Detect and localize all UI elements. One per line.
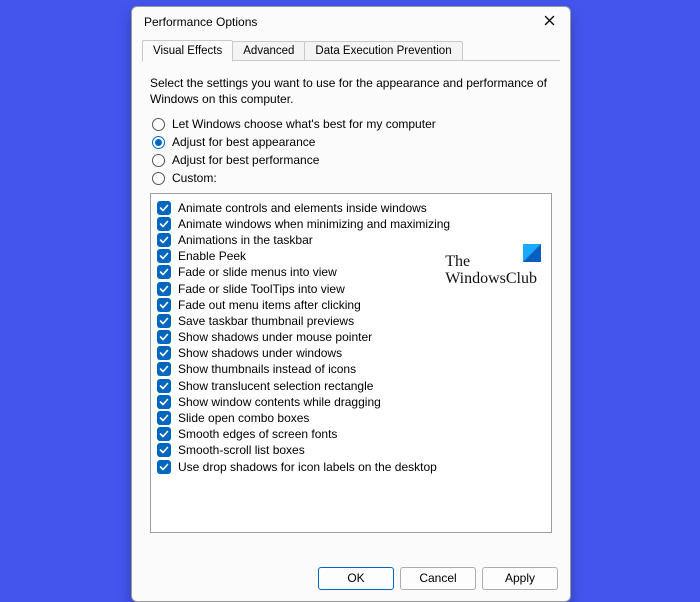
radio-label: Custom: bbox=[172, 171, 217, 185]
checkbox-icon bbox=[157, 379, 171, 393]
option-label: Show shadows under windows bbox=[178, 346, 342, 360]
option-label: Slide open combo boxes bbox=[178, 411, 309, 425]
option-row[interactable]: Use drop shadows for icon labels on the … bbox=[157, 460, 545, 474]
tab-label: Advanced bbox=[243, 45, 294, 57]
checkbox-icon bbox=[157, 460, 171, 474]
radio-icon bbox=[152, 172, 165, 185]
option-label: Animate windows when minimizing and maxi… bbox=[178, 217, 450, 231]
option-row[interactable]: Show shadows under windows bbox=[157, 346, 545, 360]
option-row[interactable]: Slide open combo boxes bbox=[157, 411, 545, 425]
radio-label: Adjust for best appearance bbox=[172, 135, 315, 149]
button-label: OK bbox=[347, 571, 364, 585]
option-label: Show shadows under mouse pointer bbox=[178, 330, 372, 344]
option-label: Show translucent selection rectangle bbox=[178, 379, 373, 393]
option-row[interactable]: Show translucent selection rectangle bbox=[157, 379, 545, 393]
tab-strip: Visual Effects Advanced Data Execution P… bbox=[132, 37, 570, 61]
option-label: Fade or slide menus into view bbox=[178, 265, 337, 279]
ok-button[interactable]: OK bbox=[318, 567, 394, 590]
radio-icon bbox=[152, 118, 165, 131]
option-label: Smooth edges of screen fonts bbox=[178, 427, 337, 441]
checkbox-icon bbox=[157, 314, 171, 328]
option-label: Smooth-scroll list boxes bbox=[178, 443, 305, 457]
option-row[interactable]: Smooth edges of screen fonts bbox=[157, 427, 545, 441]
option-row[interactable]: Show thumbnails instead of icons bbox=[157, 362, 545, 376]
checkbox-icon bbox=[157, 330, 171, 344]
option-row[interactable]: Animate windows when minimizing and maxi… bbox=[157, 217, 545, 231]
tab-content: Select the settings you want to use for … bbox=[132, 61, 570, 561]
option-row[interactable]: Fade or slide ToolTips into view bbox=[157, 282, 545, 296]
checkbox-icon bbox=[157, 411, 171, 425]
radio-best-appearance[interactable]: Adjust for best appearance bbox=[152, 135, 552, 149]
tab-label: Data Execution Prevention bbox=[315, 45, 451, 57]
checkbox-icon bbox=[157, 346, 171, 360]
button-label: Cancel bbox=[419, 571, 456, 585]
option-label: Fade out menu items after clicking bbox=[178, 298, 361, 312]
option-label: Save taskbar thumbnail previews bbox=[178, 314, 354, 328]
checkbox-icon bbox=[157, 265, 171, 279]
option-label: Animations in the taskbar bbox=[178, 233, 313, 247]
checkbox-icon bbox=[157, 201, 171, 215]
checkbox-icon bbox=[157, 233, 171, 247]
options-list[interactable]: Animate controls and elements inside win… bbox=[150, 193, 552, 533]
button-label: Apply bbox=[505, 571, 535, 585]
description-text: Select the settings you want to use for … bbox=[150, 75, 552, 107]
option-label: Animate controls and elements inside win… bbox=[178, 201, 427, 215]
option-row[interactable]: Animate controls and elements inside win… bbox=[157, 201, 545, 215]
option-label: Use drop shadows for icon labels on the … bbox=[178, 460, 437, 474]
tab-advanced[interactable]: Advanced bbox=[232, 41, 305, 61]
radio-icon bbox=[152, 136, 165, 149]
close-button[interactable] bbox=[534, 11, 564, 33]
titlebar[interactable]: Performance Options bbox=[132, 7, 570, 37]
checkbox-icon bbox=[157, 282, 171, 296]
cancel-button[interactable]: Cancel bbox=[400, 567, 476, 590]
radio-label: Let Windows choose what's best for my co… bbox=[172, 117, 436, 131]
dialog-footer: OK Cancel Apply bbox=[132, 561, 570, 601]
apply-button[interactable]: Apply bbox=[482, 567, 558, 590]
close-icon bbox=[544, 15, 555, 29]
checkbox-icon bbox=[157, 249, 171, 263]
option-row[interactable]: Smooth-scroll list boxes bbox=[157, 443, 545, 457]
option-row[interactable]: Show shadows under mouse pointer bbox=[157, 330, 545, 344]
checkbox-icon bbox=[157, 362, 171, 376]
option-label: Show thumbnails instead of icons bbox=[178, 362, 356, 376]
checkbox-icon bbox=[157, 427, 171, 441]
checkbox-icon bbox=[157, 298, 171, 312]
radio-group: Let Windows choose what's best for my co… bbox=[152, 117, 552, 185]
option-row[interactable]: Animations in the taskbar bbox=[157, 233, 545, 247]
checkbox-icon bbox=[157, 217, 171, 231]
radio-label: Adjust for best performance bbox=[172, 153, 319, 167]
performance-options-dialog: Performance Options Visual Effects Advan… bbox=[131, 6, 571, 602]
option-label: Fade or slide ToolTips into view bbox=[178, 282, 345, 296]
radio-icon bbox=[152, 154, 165, 167]
tab-label: Visual Effects bbox=[153, 45, 222, 57]
option-label: Enable Peek bbox=[178, 249, 246, 263]
radio-custom[interactable]: Custom: bbox=[152, 171, 552, 185]
option-label: Show window contents while dragging bbox=[178, 395, 381, 409]
option-row[interactable]: Save taskbar thumbnail previews bbox=[157, 314, 545, 328]
option-row[interactable]: Enable Peek bbox=[157, 249, 545, 263]
radio-let-windows-choose[interactable]: Let Windows choose what's best for my co… bbox=[152, 117, 552, 131]
checkbox-icon bbox=[157, 395, 171, 409]
option-row[interactable]: Show window contents while dragging bbox=[157, 395, 545, 409]
radio-best-performance[interactable]: Adjust for best performance bbox=[152, 153, 552, 167]
checkbox-icon bbox=[157, 443, 171, 457]
tab-visual-effects[interactable]: Visual Effects bbox=[142, 40, 233, 62]
tab-dep[interactable]: Data Execution Prevention bbox=[304, 41, 462, 61]
option-row[interactable]: Fade out menu items after clicking bbox=[157, 298, 545, 312]
window-title: Performance Options bbox=[144, 15, 534, 29]
option-row[interactable]: Fade or slide menus into view bbox=[157, 265, 545, 279]
